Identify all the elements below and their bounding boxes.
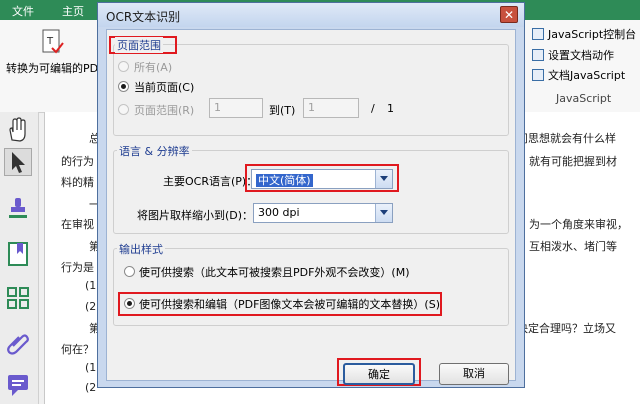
- output-style-legend: 输出样式: [117, 241, 165, 257]
- page-range-legend: 页面范围: [115, 37, 163, 53]
- primary-ocr-language-select[interactable]: 中文(简体): [251, 169, 393, 189]
- downsample-select[interactable]: 300 dpi: [253, 203, 393, 223]
- convert-document-icon[interactable]: T: [40, 28, 64, 56]
- page-current-label: 当前页面(C): [134, 81, 195, 94]
- left-toolbar: [0, 112, 39, 404]
- downsample-value: 300 dpi: [258, 206, 300, 219]
- document-actions-label: 设置文档动作: [548, 49, 614, 62]
- ribbon-group-label: JavaScript: [556, 92, 612, 105]
- doc-line: (1: [85, 361, 97, 374]
- page-current-radio[interactable]: [118, 81, 129, 92]
- language-legend: 语言 & 分辨率: [117, 143, 192, 159]
- close-button[interactable]: ✕: [500, 6, 518, 23]
- searchable-radio[interactable]: [124, 266, 135, 277]
- bookmark-icon[interactable]: [4, 240, 32, 268]
- cursor-arrow-icon: [12, 152, 25, 173]
- close-icon: ✕: [503, 8, 515, 22]
- doc-line: (2: [85, 381, 97, 394]
- comment-icon[interactable]: [4, 370, 32, 398]
- script-icon: [532, 69, 544, 81]
- stamp-icon[interactable]: [4, 194, 32, 222]
- page-range-radio-label: 页面范围(R): [134, 104, 195, 117]
- hand-tool-icon[interactable]: [4, 116, 32, 144]
- page-all-label: 所有(A): [134, 61, 173, 74]
- select-tool-button[interactable]: [4, 148, 32, 176]
- primary-ocr-language-value: 中文(简体): [256, 174, 313, 187]
- cancel-button[interactable]: 取消: [439, 363, 509, 385]
- doc-line: (1: [85, 279, 97, 292]
- ocr-dialog: OCR文本识别 ✕ 页面范围 所有(A) 当前页面(C) 页面范围(R) 1 到…: [97, 2, 525, 388]
- page-to-label: 到(T): [269, 104, 296, 117]
- editable-radio[interactable]: [124, 298, 135, 309]
- menu-file[interactable]: 文件: [12, 3, 34, 19]
- doc-line: 问思想就会有什么样: [517, 132, 616, 145]
- doc-line: 为一个角度来审视，: [529, 218, 628, 231]
- doc-line: 互相泼水、堵门等: [529, 240, 617, 253]
- page-total: 1: [387, 102, 394, 115]
- page-from-input[interactable]: 1: [209, 98, 263, 118]
- document-javascript-label: 文档JavaScript: [548, 69, 626, 82]
- doc-line: 在审视: [61, 218, 94, 231]
- thumbnails-icon[interactable]: [4, 284, 32, 312]
- doc-line: 就有可能把握到材: [529, 155, 617, 168]
- document-javascript-button[interactable]: 文档JavaScript: [532, 67, 625, 83]
- downsample-label: 将图片取样缩小到(D)：: [137, 209, 254, 222]
- page-to-input[interactable]: 1: [303, 98, 359, 118]
- page-all-radio[interactable]: [118, 61, 129, 72]
- doc-line: (2: [85, 300, 97, 313]
- page-of-separator: /: [371, 102, 375, 115]
- chevron-down-icon: [375, 170, 392, 188]
- javascript-console-label: JavaScript控制台: [548, 28, 637, 41]
- chevron-down-icon: [375, 204, 392, 222]
- convert-to-editable-button[interactable]: 转换为可编辑的PD: [6, 60, 98, 76]
- menu-home[interactable]: 主页: [62, 3, 84, 19]
- doc-line: 决定合理吗？立场又: [517, 322, 616, 335]
- doc-line: 行为是: [61, 261, 94, 274]
- ok-button[interactable]: 确定: [343, 363, 415, 385]
- actions-icon: [532, 49, 544, 61]
- doc-line: 料的精: [61, 176, 94, 189]
- searchable-label: 使可供搜索（此文本可被搜索且PDF外观不会改变）(M): [139, 266, 410, 279]
- dialog-body: 页面范围 所有(A) 当前页面(C) 页面范围(R) 1 到(T) 1 / 1 …: [106, 29, 516, 386]
- editable-label: 使可供搜索和编辑（PDF图像文本会被可编辑的文本替换）(S): [139, 298, 440, 311]
- console-icon: [532, 28, 544, 40]
- document-actions-button[interactable]: 设置文档动作: [532, 47, 614, 63]
- doc-line: 何在？: [61, 343, 94, 356]
- page-range-radio[interactable]: [118, 104, 129, 115]
- javascript-console-button[interactable]: JavaScript控制台: [532, 26, 636, 42]
- dialog-title: OCR文本识别: [106, 10, 181, 24]
- dialog-titlebar[interactable]: OCR文本识别 ✕: [98, 3, 524, 27]
- svg-text:T: T: [46, 36, 54, 47]
- doc-line: 的行为: [61, 155, 94, 168]
- primary-ocr-language-label: 主要OCR语言(P)：: [163, 175, 258, 188]
- attachment-icon[interactable]: [4, 328, 32, 356]
